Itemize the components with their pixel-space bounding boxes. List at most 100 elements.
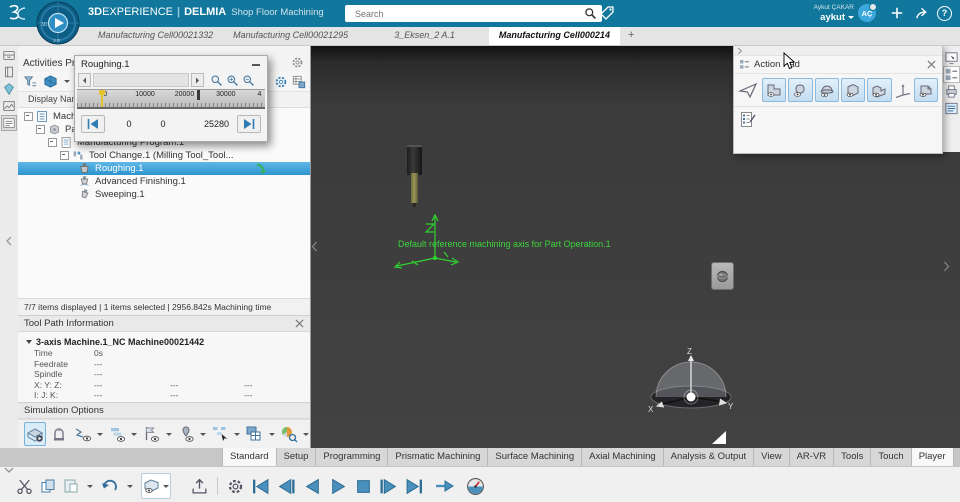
share-icon[interactable]: [914, 6, 929, 21]
dropdown-caret-icon[interactable]: [199, 432, 206, 436]
toolpath-visibility-icon[interactable]: [73, 423, 93, 445]
add-content-icon[interactable]: [890, 6, 904, 20]
flag-visibility-icon[interactable]: [141, 423, 161, 445]
jump-to-end-button[interactable]: [405, 478, 424, 495]
image-icon[interactable]: [2, 99, 16, 113]
tree-expander[interactable]: [60, 151, 69, 161]
doc-tab-3[interactable]: 3_Eksen_2 A.1: [384, 27, 465, 45]
step-backward-button[interactable]: [277, 478, 296, 495]
tree-select-icon[interactable]: [210, 423, 230, 445]
zoom-out-icon[interactable]: [242, 74, 255, 87]
zoom-reset-icon[interactable]: [210, 74, 223, 87]
show-toolpath-button[interactable]: [913, 78, 938, 102]
tree-expander[interactable]: [24, 112, 33, 122]
show-dome-button[interactable]: [814, 78, 839, 102]
minimize-icon[interactable]: [252, 64, 260, 66]
ribbon-tab-touch[interactable]: Touch: [871, 448, 912, 466]
cut-icon[interactable]: [16, 478, 33, 495]
ribbon-tab-tools[interactable]: Tools: [834, 448, 872, 466]
dropdown-caret-icon[interactable]: [131, 432, 138, 436]
ribbon-tab-ar-vr[interactable]: AR-VR: [789, 448, 835, 466]
export-icon[interactable]: [191, 478, 208, 495]
blue-gear-icon[interactable]: [274, 75, 288, 89]
action-pad-header[interactable]: Action Pad: [734, 56, 942, 74]
ribbon-tab-axial-machining[interactable]: Axial Machining: [582, 448, 664, 466]
ribbon-tab-standard[interactable]: Standard: [222, 448, 277, 466]
new-tab-button[interactable]: +: [620, 27, 642, 45]
toolpath-panel-header[interactable]: Tool Path Information: [18, 314, 310, 333]
dropdown-caret-icon[interactable]: [268, 432, 275, 436]
tag-icon[interactable]: [599, 5, 615, 21]
search-input[interactable]: [353, 7, 584, 20]
show-axes-icon[interactable]: [894, 82, 912, 98]
user-avatar[interactable]: AÇ: [858, 3, 877, 22]
step-forward-button[interactable]: [379, 478, 398, 495]
ribbon-tab-setup[interactable]: Setup: [276, 448, 317, 466]
action-pad-grip[interactable]: [734, 46, 942, 56]
layers-visibility-icon[interactable]: [107, 423, 127, 445]
player-dialog-titlebar[interactable]: Roughing.1: [75, 56, 267, 72]
pin-visibility-icon[interactable]: [176, 423, 196, 445]
send-arrow-icon[interactable]: [738, 81, 758, 99]
show-stock-button[interactable]: [762, 78, 787, 102]
grid-save-icon[interactable]: [292, 75, 306, 89]
ribbon-tab-player[interactable]: Player: [911, 448, 954, 466]
tree-expander[interactable]: [36, 125, 45, 135]
search-icon[interactable]: [584, 7, 597, 20]
play-forward-button[interactable]: [329, 478, 348, 495]
stop-button[interactable]: [355, 478, 372, 495]
range-marker[interactable]: [197, 90, 201, 100]
scroll-track[interactable]: [93, 73, 189, 87]
undo-icon[interactable]: [101, 478, 119, 494]
time-ruler[interactable]: 0 10000 20000 30000 4: [77, 89, 265, 109]
drawer-icon[interactable]: [2, 48, 16, 62]
checklist-icon[interactable]: [740, 111, 936, 128]
tree-list-icon[interactable]: [1, 115, 17, 131]
dropdown-caret-icon[interactable]: [127, 484, 133, 488]
scroll-left-icon[interactable]: [78, 73, 91, 87]
show-part-button[interactable]: [840, 78, 866, 102]
tree-item-sweeping[interactable]: Sweeping.1: [18, 188, 310, 201]
book-icon[interactable]: [2, 65, 16, 79]
ribbon-tab-surface-machining[interactable]: Surface Machining: [488, 448, 583, 466]
printer-icon[interactable]: [944, 84, 959, 99]
ribbon-tab-analysis-output[interactable]: Analysis & Output: [663, 448, 755, 466]
doc-tab-4-active[interactable]: Manufacturing Cell000214: [488, 27, 620, 45]
dropdown-caret-icon[interactable]: [64, 80, 70, 84]
copy-icon[interactable]: [40, 478, 56, 494]
show-fixture-button[interactable]: [788, 78, 813, 102]
tree-item-tool-change[interactable]: Tool Change.1 (Milling Tool_Tool...: [18, 149, 310, 162]
machine-simulation-icon[interactable]: [49, 423, 69, 445]
list-panel-icon[interactable]: [944, 101, 959, 116]
3d-shape-icon[interactable]: [43, 74, 58, 89]
orbit-sphere-button[interactable]: [711, 262, 734, 290]
speed-gauge-icon[interactable]: [466, 477, 485, 496]
panel-expand-right-icon[interactable]: [943, 261, 950, 272]
play-backward-button[interactable]: [303, 478, 322, 495]
zoom-in-icon[interactable]: [226, 74, 239, 87]
ribbon-tab-view[interactable]: View: [754, 448, 790, 466]
panel-collapse-left-icon[interactable]: [311, 241, 318, 252]
collapse-rail-icon[interactable]: [5, 235, 13, 247]
tree-item-roughing[interactable]: Roughing.1: [18, 162, 310, 176]
player-settings-gear-icon[interactable]: [227, 478, 244, 495]
simulation-display-button[interactable]: [141, 473, 171, 499]
ribbon-tab-prismatic-machining[interactable]: Prismatic Machining: [388, 448, 489, 466]
view-compass[interactable]: Z X Y: [646, 345, 736, 415]
doc-tab-1[interactable]: Manufacturing Cell00021332: [88, 27, 223, 45]
tree-expander[interactable]: [48, 138, 57, 148]
analysis-sphere-icon[interactable]: [279, 423, 299, 445]
skip-to-end-button[interactable]: [237, 115, 261, 133]
dropdown-caret-icon[interactable]: [87, 484, 93, 488]
filter-tree-icon[interactable]: [23, 74, 38, 89]
help-icon[interactable]: ?: [937, 6, 952, 21]
collapse-toolbar-icon[interactable]: [4, 467, 14, 474]
collapse-arrow-icon[interactable]: [26, 339, 32, 344]
dropdown-caret-icon[interactable]: [96, 432, 103, 436]
close-icon[interactable]: [295, 319, 304, 328]
process-player-dialog[interactable]: Roughing.1 0 10000 20000 30000 4 0 0 252…: [74, 55, 268, 142]
skip-to-start-button[interactable]: [81, 115, 105, 133]
play-to-next-button[interactable]: [435, 478, 455, 494]
user-menu[interactable]: Aykut ÇAKAR aykut: [814, 3, 854, 23]
dropdown-caret-icon[interactable]: [234, 432, 241, 436]
